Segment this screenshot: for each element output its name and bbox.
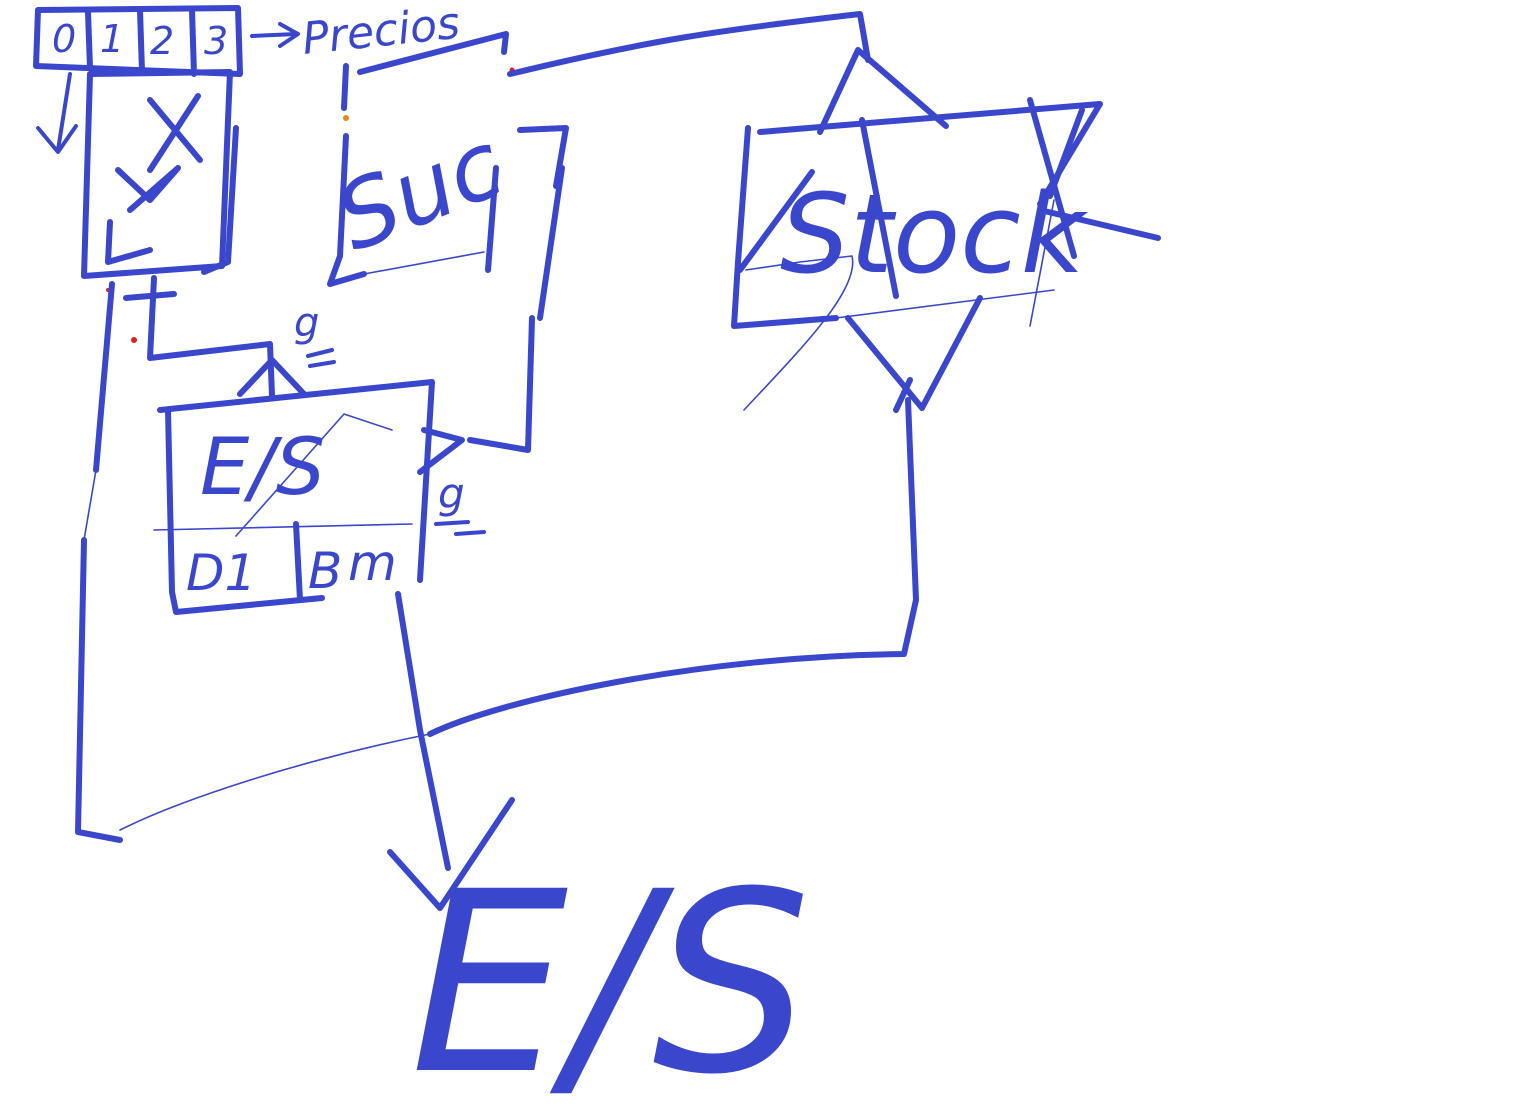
es-field-b: B — [308, 542, 342, 600]
es-box-title: E/S — [200, 423, 325, 513]
array-cell-2: 2 — [150, 19, 174, 63]
array-divider — [85, 9, 93, 71]
connector-sucursal-to-stock — [507, 11, 949, 135]
cardinality-label-a: g — [294, 300, 319, 346]
orange-dot — [343, 115, 349, 121]
down-arrow: 3570 — [36, 72, 78, 154]
footer-label-group: E/S — [410, 838, 811, 1114]
whiteboard-canvas: 0 1 2 3 Precios 3570 g — [33, 0, 1161, 1114]
red-dot — [131, 337, 137, 343]
es-field-d1: D1 — [186, 544, 256, 602]
precios-label: Precios — [300, 0, 462, 65]
array-divider — [189, 7, 197, 77]
array-cell-0: 0 — [52, 17, 76, 61]
array-cell-3: 3 — [204, 19, 228, 63]
array-divider — [137, 7, 145, 75]
cross-mark — [147, 93, 203, 173]
es-entity-box: E/S D1 B m g — [153, 379, 486, 615]
connector-left-to-es: g — [106, 275, 336, 399]
es-field-m: m — [348, 534, 397, 592]
cardinality-label-b: g — [438, 469, 465, 518]
stock-label: Stock — [780, 170, 1089, 298]
stock-entity-box: Stock — [731, 97, 1161, 413]
array-cell-1: 1 — [100, 17, 124, 61]
footer-label: E/S — [410, 838, 811, 1114]
left-entity-box — [81, 69, 239, 279]
top-array: 0 1 2 3 — [33, 5, 243, 77]
